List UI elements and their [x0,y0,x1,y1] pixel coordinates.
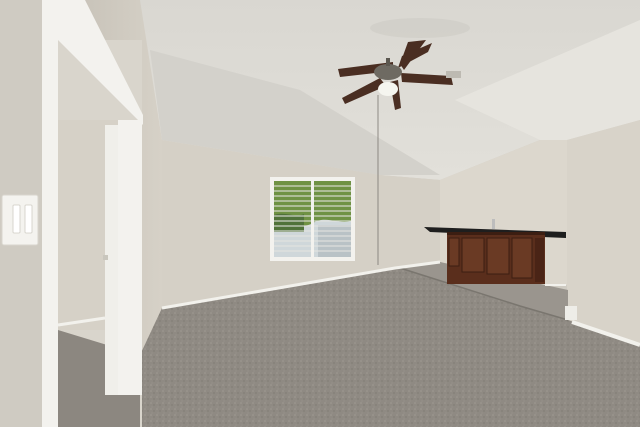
right-wall [567,120,640,345]
air-vent [446,71,461,78]
light-switch-plate [1,194,39,246]
open-doorway [42,0,143,427]
room-photo [0,0,640,427]
window-with-blinds [270,177,355,261]
